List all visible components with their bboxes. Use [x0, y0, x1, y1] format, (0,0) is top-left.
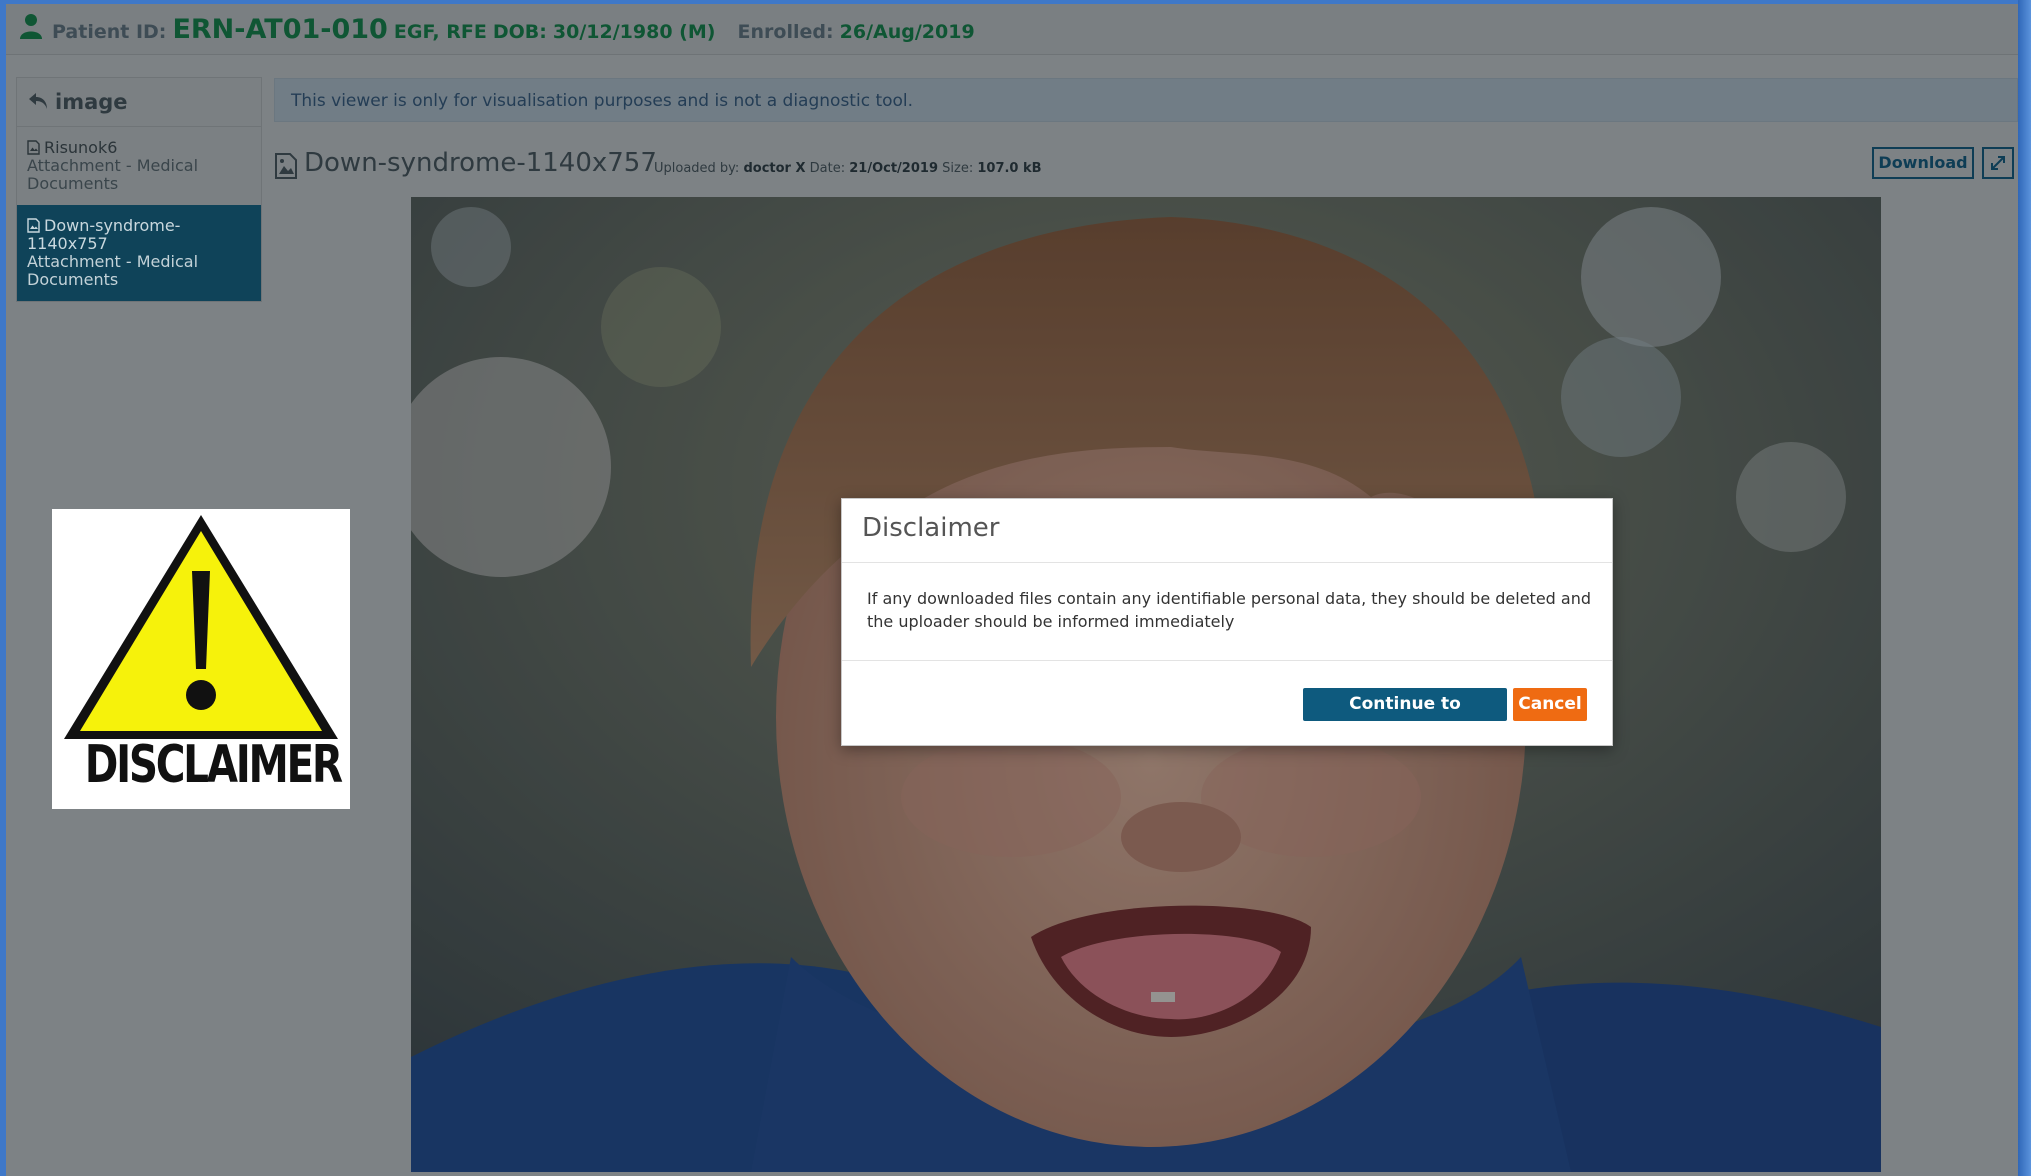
back-arrow-icon	[29, 93, 47, 109]
user-icon	[20, 14, 42, 39]
file-size: 107.0 kB	[977, 161, 1042, 176]
dob-value: 30/12/1980 (M)	[552, 21, 716, 43]
cancel-button[interactable]: Cancel	[1513, 688, 1587, 721]
expand-icon	[1991, 156, 2005, 170]
uploaded-label: Uploaded by:	[654, 161, 740, 176]
disclaimer-graphic: DISCLAIMER	[52, 509, 350, 809]
date-label: Date:	[809, 161, 846, 176]
fullscreen-button[interactable]	[1982, 147, 2014, 179]
sidebar-item-risunok6[interactable]: Risunok6 Attachment - Medical Documents	[17, 127, 261, 205]
sidebar-title: image	[55, 90, 128, 114]
sidebar-back-button[interactable]: image	[17, 78, 261, 127]
patient-country: EGF, RFE	[393, 21, 487, 43]
sidebar-item-label: Risunok6	[44, 138, 118, 157]
sidebar-item-down-syndrome[interactable]: Down-syndrome-1140x757 Attachment - Medi…	[17, 205, 261, 301]
patient-header: Patient ID: ERN-AT01-010 EGF, RFE DOB: 3…	[6, 4, 2018, 55]
file-title: Down-syndrome-1140x757	[304, 148, 657, 178]
download-button[interactable]: Download	[1872, 147, 1974, 179]
attachments-sidebar: image Risunok6 Attachment - Medical Docu…	[16, 77, 262, 302]
sidebar-item-label: Down-syndrome-1140x757	[27, 216, 181, 253]
enrolled-label: Enrolled:	[737, 21, 834, 43]
patient-id: ERN-AT01-010	[172, 14, 388, 45]
dob-label: DOB:	[492, 21, 547, 43]
enrolled-value: 26/Aug/2019	[839, 21, 975, 43]
sidebar-item-sub: Attachment - Medical Documents	[27, 252, 199, 289]
patient-info: Patient ID: ERN-AT01-010 EGF, RFE DOB: 3…	[52, 14, 975, 45]
desktop-edge	[2018, 0, 2031, 1176]
disclaimer-dialog: Disclaimer If any downloaded files conta…	[841, 498, 1613, 747]
viewer-notice: This viewer is only for visualisation pu…	[274, 78, 2018, 122]
document-icon	[27, 140, 40, 155]
dialog-title: Disclaimer	[862, 513, 1000, 543]
document-icon	[27, 218, 40, 233]
sidebar-item-sub: Attachment - Medical Documents	[27, 156, 199, 193]
size-label: Size:	[942, 161, 974, 176]
patient-id-label: Patient ID:	[52, 21, 167, 43]
upload-date: 21/Oct/2019	[849, 161, 938, 176]
warning-icon	[64, 515, 338, 739]
divider	[842, 660, 1612, 661]
continue-download-button[interactable]: Continue to download	[1303, 688, 1507, 747]
dialog-body: If any downloaded files contain any iden…	[867, 589, 1592, 631]
file-meta: Uploaded by: doctor X Date: 21/Oct/2019 …	[654, 161, 1042, 176]
image-file-icon	[275, 153, 297, 179]
uploaded-by: doctor X	[743, 161, 806, 176]
divider	[842, 562, 1612, 563]
disclaimer-word: DISCLAIMER	[84, 735, 343, 795]
